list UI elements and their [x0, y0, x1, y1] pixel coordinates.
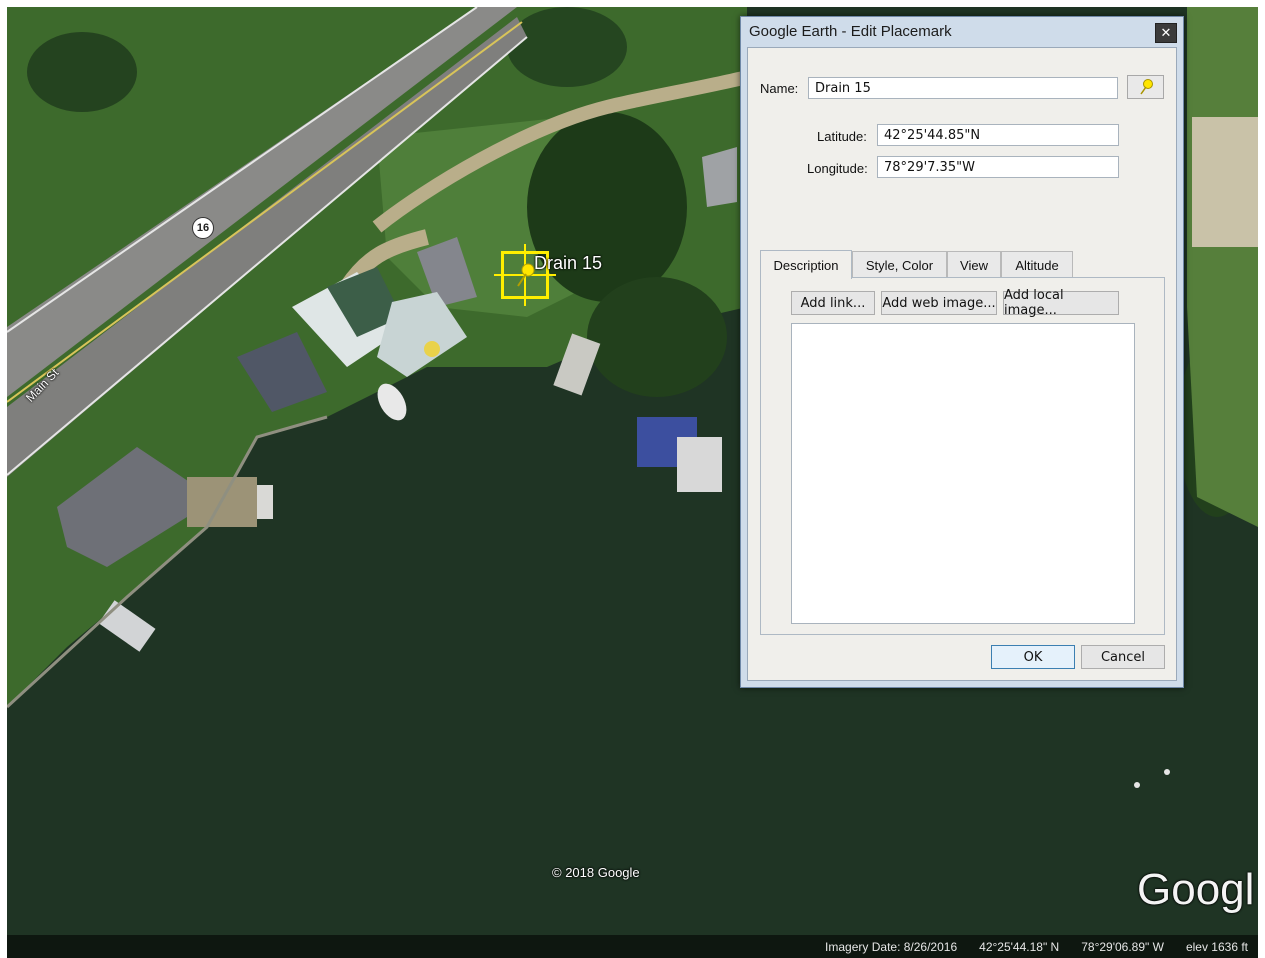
ok-button[interactable]: OK — [991, 645, 1075, 669]
imagery-date: Imagery Date: 8/26/2016 — [825, 939, 958, 954]
latitude-label: Latitude: — [817, 129, 867, 144]
cancel-button[interactable]: Cancel — [1081, 645, 1165, 669]
latitude-input[interactable] — [877, 124, 1119, 146]
pushpin-icon — [517, 263, 535, 287]
add-web-image-button[interactable]: Add web image... — [881, 291, 997, 315]
longitude-input[interactable] — [877, 156, 1119, 178]
copyright-text: © 2018 Google — [552, 865, 640, 880]
dialog-body: Name: Latitude: Longitude: Description S… — [747, 47, 1177, 681]
longitude-label: Longitude: — [807, 161, 868, 176]
add-local-image-button[interactable]: Add local image... — [1003, 288, 1119, 318]
placemark-label: Drain 15 — [534, 253, 603, 273]
tab-altitude[interactable]: Altitude — [1001, 251, 1073, 278]
route-shield: 16 — [192, 217, 214, 239]
name-label: Name: — [760, 81, 799, 96]
tab-description[interactable]: Description — [760, 250, 852, 279]
pushpin-icon — [1139, 79, 1153, 95]
edit-placemark-dialog: Google Earth - Edit Placemark ✕ Name: La… — [740, 16, 1184, 688]
description-textarea[interactable] — [791, 323, 1135, 624]
close-button[interactable]: ✕ — [1155, 23, 1177, 43]
cursor-elevation: elev 1636 ft — [1185, 939, 1248, 954]
tab-style-color[interactable]: Style, Color — [852, 251, 947, 278]
description-panel: Add link... Add web image... Add local i… — [760, 277, 1165, 635]
add-link-button[interactable]: Add link... — [791, 291, 875, 315]
cursor-latitude: 42°25'44.18" N — [979, 939, 1060, 954]
close-icon: ✕ — [1160, 25, 1172, 40]
tab-view[interactable]: View — [947, 251, 1001, 278]
dialog-title: Google Earth - Edit Placemark — [749, 23, 952, 40]
name-input[interactable] — [808, 77, 1118, 99]
cursor-longitude: 78°29'06.89" W — [1081, 939, 1164, 954]
dialog-titlebar[interactable]: Google Earth - Edit Placemark ✕ — [741, 17, 1183, 47]
google-logo: Googl — [1137, 865, 1255, 914]
placemark-icon-button[interactable] — [1127, 75, 1164, 99]
status-bar: Imagery Date: 8/26/2016 42°25'44.18" N 7… — [7, 935, 1258, 958]
